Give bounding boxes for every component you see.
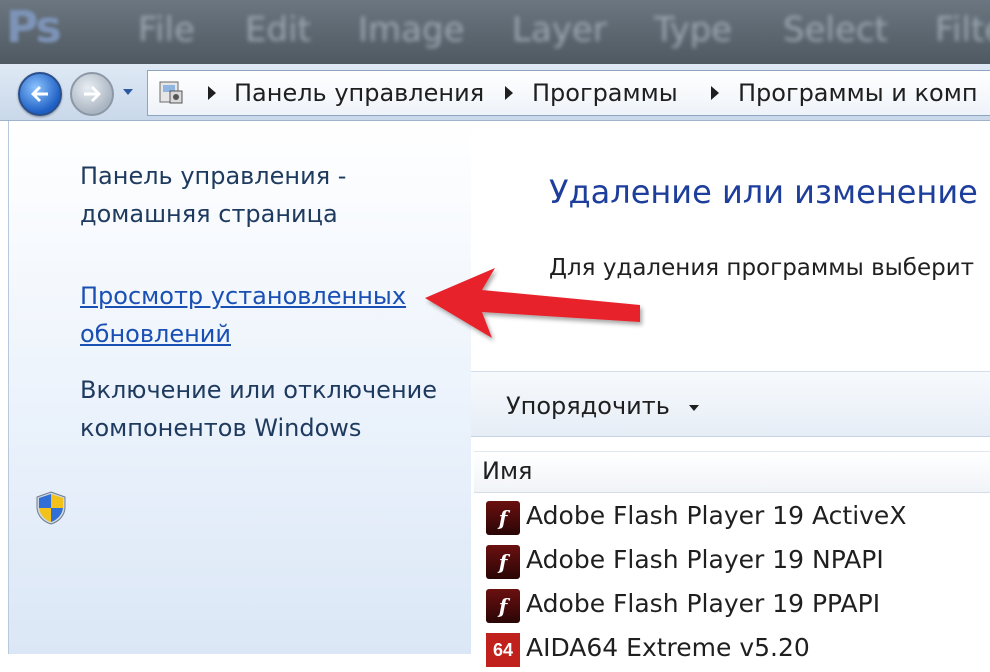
program-row[interactable]: f Adobe Flash Player 19 PPAPI [474, 584, 990, 628]
column-header-name[interactable]: Имя [474, 451, 990, 493]
flash-icon: f [486, 589, 520, 623]
aida64-badge: 64 [492, 639, 514, 660]
program-row[interactable]: f Adobe Flash Player 19 NPAPI [474, 540, 990, 584]
ps-menu-filter[interactable]: Filte [935, 10, 990, 50]
windows-features-link-line2[interactable]: компонентов Windows [80, 409, 361, 447]
breadcrumb-programs[interactable]: Программы [532, 79, 678, 107]
flash-icon: f [486, 545, 520, 579]
program-name: AIDA64 Extreme v5.20 [526, 633, 810, 662]
aida64-icon: 64 [486, 633, 520, 667]
page-title: Удаление или изменение [549, 173, 978, 211]
page-subtitle: Для удаления программы выберит [549, 255, 975, 281]
photoshop-menu-bar: Ps File Edit Image Layer Type Select Fil… [0, 0, 990, 64]
ps-menu-select[interactable]: Select [783, 10, 888, 50]
ps-menu-image[interactable]: Image [358, 10, 464, 50]
view-installed-updates-link[interactable]: Просмотр установленных [80, 277, 406, 315]
column-name-label: Имя [482, 457, 533, 485]
organize-dropdown-caret-icon[interactable] [689, 405, 699, 411]
tasks-pane: Панель управления - домашняя страница Пр… [8, 121, 471, 654]
ps-menu-type[interactable]: Type [654, 10, 732, 50]
back-arrow-icon [31, 86, 48, 102]
photoshop-logo: Ps [6, 2, 62, 53]
view-installed-updates-link-line2[interactable]: обновлений [80, 315, 231, 353]
organize-button[interactable]: Упорядочить [506, 392, 670, 420]
breadcrumb-separator-icon[interactable] [208, 86, 216, 100]
program-name: Adobe Flash Player 19 ActiveX [526, 501, 907, 530]
control-panel-icon [159, 81, 183, 104]
program-name: Adobe Flash Player 19 NPAPI [526, 545, 884, 574]
breadcrumb-programs-and-features[interactable]: Программы и комп [738, 79, 978, 107]
ps-menu-layer[interactable]: Layer [512, 10, 607, 50]
windows-features-link[interactable]: Включение или отключение [80, 371, 437, 409]
address-bar[interactable]: Панель управления Программы Программы и … [147, 70, 990, 116]
command-toolbar: Упорядочить [471, 371, 990, 437]
flash-icon: f [486, 501, 520, 535]
programs-and-features-content: Удаление или изменение Для удаления прог… [471, 121, 990, 667]
program-row[interactable]: f Adobe Flash Player 19 ActiveX [474, 496, 990, 540]
control-panel-home-link[interactable]: Панель управления - домашняя страница [80, 157, 380, 233]
explorer-navigation-bar: Панель управления Программы Программы и … [0, 64, 990, 121]
ps-menu-file[interactable]: File [138, 10, 195, 50]
breadcrumb-separator-icon[interactable] [711, 86, 719, 100]
breadcrumb-control-panel[interactable]: Панель управления [234, 79, 484, 107]
ps-menu-edit[interactable]: Edit [245, 10, 311, 50]
program-name: Adobe Flash Player 19 PPAPI [526, 589, 881, 618]
forward-arrow-icon [84, 86, 101, 102]
forward-button[interactable] [70, 72, 114, 116]
chevron-down-icon [123, 89, 133, 95]
breadcrumb-separator-icon[interactable] [505, 86, 513, 100]
recent-pages-dropdown[interactable] [121, 84, 135, 98]
program-row[interactable]: 64 AIDA64 Extreme v5.20 [474, 628, 990, 672]
uac-shield-icon [36, 491, 66, 525]
back-button[interactable] [18, 72, 62, 116]
